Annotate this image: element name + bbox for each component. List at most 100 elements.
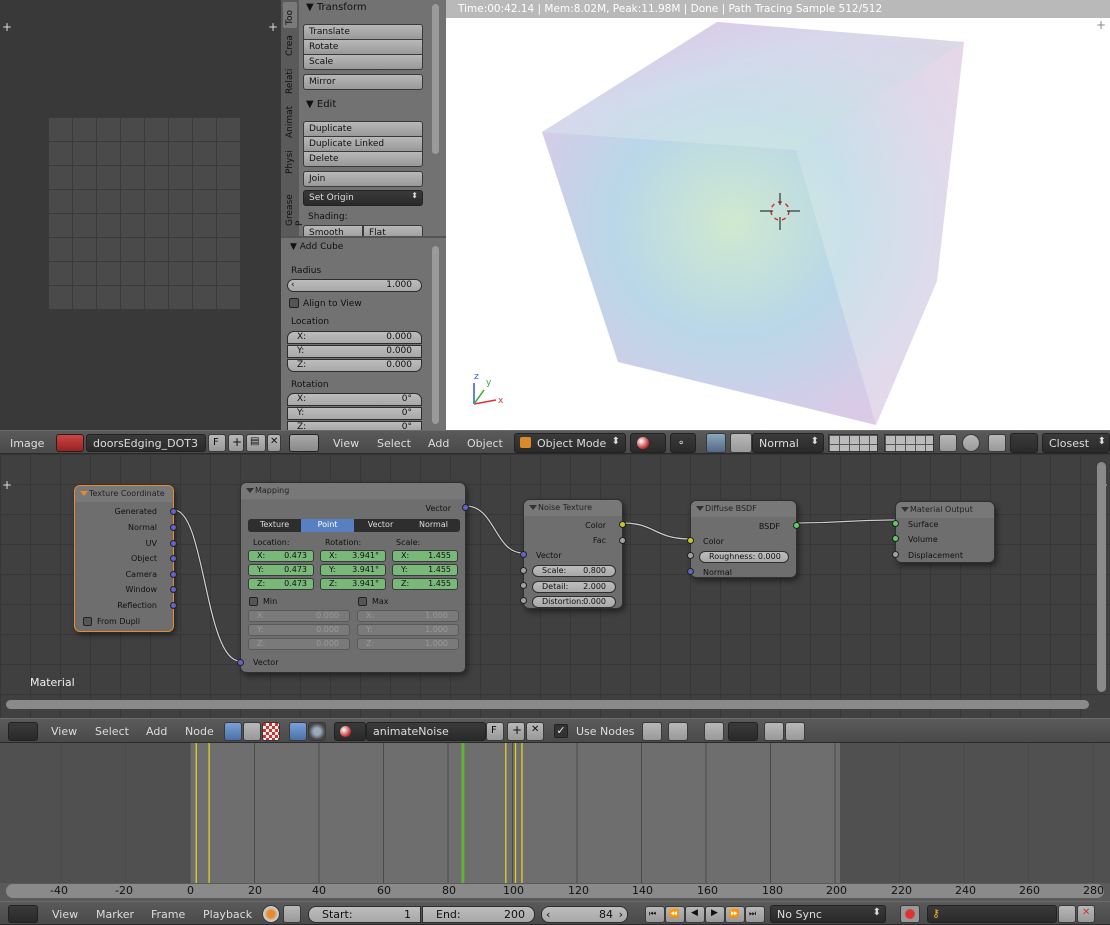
tab-relations[interactable]: Relati — [283, 60, 297, 96]
input-normal-socket[interactable] — [687, 568, 694, 575]
material-name-field[interactable]: animateNoise — [366, 722, 486, 741]
menu-select[interactable]: Select — [377, 437, 411, 450]
tab-grease-pencil[interactable]: Grease P — [283, 178, 305, 228]
tab-physics[interactable]: Physi — [283, 142, 297, 176]
image-name-field[interactable]: doorsEdging_DOT3 — [86, 434, 206, 452]
paste-nodes-icon[interactable] — [785, 722, 805, 741]
menu-node[interactable]: Node — [185, 725, 214, 738]
copy-nodes-icon[interactable] — [764, 722, 784, 741]
preview-range-icon[interactable] — [262, 905, 280, 923]
output-uv-socket[interactable] — [170, 540, 177, 547]
material-fake-user-button[interactable]: F — [486, 722, 504, 741]
max-z-field[interactable]: Z: 1.000 — [357, 638, 459, 650]
input-vector-socket[interactable] — [237, 659, 244, 666]
tab-animation[interactable]: Animat — [283, 98, 297, 140]
jump-end-icon[interactable]: ⏭ — [745, 906, 765, 923]
output-object-socket[interactable] — [170, 555, 177, 562]
output-fac-socket[interactable] — [619, 537, 626, 544]
menu-add[interactable]: Add — [428, 437, 449, 450]
tab-point[interactable]: Point — [301, 519, 354, 532]
tab-tools[interactable]: Too — [283, 2, 297, 28]
scale-y-field[interactable]: Y: 1.455 — [392, 564, 458, 576]
area-split-plus-icon[interactable]: + — [268, 20, 278, 34]
output-normal-socket[interactable] — [170, 524, 177, 531]
min-checkbox[interactable] — [249, 597, 258, 606]
timeline-area[interactable] — [0, 743, 1110, 901]
location-x-field[interactable]: X: 0.473 — [248, 550, 314, 562]
next-keyframe-icon[interactable]: ⏩ — [725, 906, 745, 923]
tab-texture[interactable]: Texture — [248, 519, 301, 532]
rotation-y-field[interactable]: Y: 0° — [287, 407, 422, 420]
output-color-socket[interactable] — [619, 521, 626, 528]
min-z-field[interactable]: Z: 0.000 — [248, 638, 350, 650]
node-editor[interactable]: + + Material Texture Coordinate Generate… — [0, 454, 1110, 718]
input-displacement-socket[interactable] — [892, 551, 899, 558]
open-folder-icon[interactable]: ▤ — [246, 434, 266, 452]
sync-mode-dropdown[interactable]: No Sync ⬍ — [770, 905, 886, 923]
use-nodes-checkbox[interactable]: ✓ — [554, 724, 568, 738]
object-shader-icon[interactable] — [289, 722, 307, 741]
mapping-node[interactable]: Mapping Vector Texture Point Vector Norm… — [237, 482, 469, 673]
input-volume-socket[interactable] — [892, 535, 899, 542]
new-material-plus-icon[interactable]: + — [507, 722, 525, 741]
menu-select[interactable]: Select — [95, 725, 129, 738]
menu-object[interactable]: Object — [467, 437, 503, 450]
viewport-shading-dropdown[interactable] — [630, 433, 666, 453]
location-z-field[interactable]: Z: 0.000 — [287, 359, 422, 372]
snap-element-dropdown[interactable] — [1010, 433, 1038, 453]
duplicate-linked-button[interactable]: Duplicate Linked — [303, 136, 423, 152]
transform-manipulator-icon[interactable] — [730, 433, 752, 453]
layer-buttons-1[interactable] — [828, 434, 878, 452]
location-x-field[interactable]: X: 0.000 — [287, 331, 422, 344]
output-generated-socket[interactable] — [170, 508, 177, 515]
object-mode-dropdown[interactable]: Object Mode ⬍ — [514, 433, 626, 453]
close-x-icon[interactable]: ✕ — [267, 434, 281, 452]
manipulator-toggle-icon[interactable] — [706, 433, 726, 453]
texture-nodes-icon[interactable] — [262, 722, 280, 741]
layer-buttons-2[interactable] — [884, 434, 934, 452]
scale-x-field[interactable]: X: 1.455 — [392, 550, 458, 562]
output-camera-socket[interactable] — [170, 571, 177, 578]
rotation-z-field[interactable]: Z: 3.941° — [320, 578, 386, 590]
keying-set-field[interactable]: ⚷ — [927, 905, 1057, 923]
input-roughness-socket[interactable] — [687, 552, 694, 559]
tab-normal[interactable]: Normal — [407, 519, 460, 532]
snap-magnet-icon[interactable] — [988, 434, 1006, 452]
diffuse-bsdf-node[interactable]: Diffuse BSDF BSDF Color Roughness: 0.000… — [687, 500, 800, 578]
input-detail-socket[interactable] — [520, 582, 527, 589]
scale-field[interactable]: Scale: 0.800 — [532, 565, 616, 577]
menu-view[interactable]: View — [51, 725, 77, 738]
location-y-field[interactable]: Y: 0.000 — [287, 345, 422, 358]
scale-z-field[interactable]: Z: 1.455 — [392, 578, 458, 590]
texture-coordinate-node[interactable]: Texture Coordinate Generated Normal UV O… — [74, 485, 177, 632]
max-checkbox[interactable] — [358, 597, 367, 606]
start-frame-field[interactable]: Start: 1 — [308, 906, 421, 923]
image-type-icon[interactable] — [56, 434, 84, 452]
input-surface-socket[interactable] — [892, 520, 899, 527]
detail-field[interactable]: Detail: 2.000 — [532, 581, 616, 593]
tool-shelf-scrollbar[interactable] — [432, 4, 439, 154]
output-vector-socket[interactable] — [462, 504, 469, 511]
snap-target-dropdown[interactable]: Closest ⬍ — [1042, 433, 1110, 453]
min-y-field[interactable]: Y: 0.000 — [248, 624, 350, 636]
shader-nodes-icon[interactable] — [224, 722, 242, 741]
min-x-field[interactable]: X: 0.000 — [248, 610, 350, 622]
rotation-x-field[interactable]: X: 0° — [287, 393, 422, 406]
scale-button[interactable]: Scale — [303, 54, 423, 70]
location-z-field[interactable]: Z: 0.473 — [248, 578, 314, 590]
max-x-field[interactable]: X: 1.000 — [357, 610, 459, 622]
radius-field[interactable]: ‹ 1.000 — [287, 279, 422, 292]
tab-vector[interactable]: Vector — [354, 519, 407, 532]
render-preview-icon[interactable] — [962, 434, 980, 452]
snap-node-element-dropdown[interactable] — [728, 722, 758, 741]
image-fake-user-button[interactable]: F — [208, 434, 226, 452]
align-to-view-checkbox[interactable] — [289, 298, 299, 308]
output-window-socket[interactable] — [170, 586, 177, 593]
transform-orientation-dropdown[interactable]: Normal ⬍ — [752, 433, 824, 453]
lock-range-icon[interactable] — [283, 905, 301, 923]
pivot-point-dropdown[interactable]: ⚬ — [670, 433, 696, 453]
jump-start-icon[interactable]: ⏮ — [645, 906, 665, 923]
operator-panel-scrollbar[interactable] — [432, 246, 439, 424]
mirror-button[interactable]: Mirror — [303, 74, 423, 90]
input-vector-socket[interactable] — [520, 551, 527, 558]
